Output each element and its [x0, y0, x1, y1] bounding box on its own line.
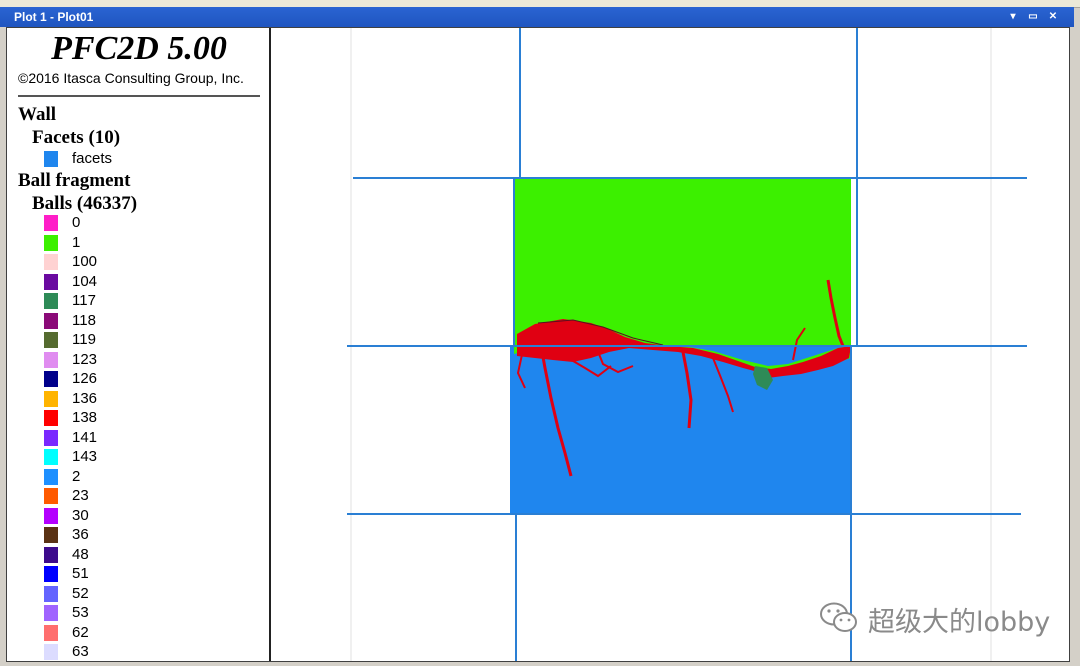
- legend-facets-header: Facets (10): [32, 127, 121, 148]
- group-swatch: [44, 332, 58, 348]
- group-swatch: [44, 527, 58, 543]
- window-menu-button[interactable]: ▾: [1006, 10, 1020, 24]
- legend-balls-header: Balls (46337): [32, 193, 138, 214]
- group-label: 48: [72, 545, 89, 563]
- wechat-icon: [820, 602, 857, 632]
- group-label: 0: [72, 214, 81, 231]
- group-swatch: [44, 234, 58, 251]
- model-view[interactable]: [273, 28, 1069, 661]
- group-swatch: [44, 449, 58, 465]
- group-swatch: [44, 624, 58, 641]
- window-title: Plot 1 - Plot01: [14, 10, 94, 24]
- group-swatch: [44, 546, 58, 563]
- group-label: 52: [72, 584, 89, 602]
- group-label: 143: [72, 448, 98, 465]
- group-swatch: [44, 644, 58, 660]
- group-label: 51: [72, 565, 89, 582]
- copyright-text: ©2016 Itasca Consulting Group, Inc.: [18, 70, 244, 86]
- watermark: 超级大的lobby: [818, 598, 1058, 638]
- group-label: 126: [72, 370, 98, 387]
- group-label: 1: [72, 233, 81, 251]
- plot-frame: PFC2D 5.00 ©2016 Itasca Consulting Group…: [6, 27, 1070, 662]
- group-swatch: [44, 585, 58, 602]
- group-swatch: [44, 215, 58, 231]
- legend-wall-header: Wall: [18, 104, 57, 125]
- group-swatch: [44, 371, 58, 387]
- group-swatch: [44, 605, 58, 621]
- group-label: 63: [72, 643, 89, 660]
- group-swatch: [44, 273, 58, 290]
- legend-panel: PFC2D 5.00 ©2016 Itasca Consulting Group…: [7, 28, 271, 661]
- group-label: 138: [72, 409, 98, 426]
- window-close-button[interactable]: ✕: [1046, 10, 1060, 24]
- group-label: 117: [72, 292, 96, 309]
- group-swatch: [44, 254, 58, 270]
- group-swatch: [44, 410, 58, 426]
- window-edge: [1072, 27, 1080, 666]
- group-label: 118: [72, 311, 96, 329]
- group-label: 2: [72, 467, 81, 485]
- window-restore-button[interactable]: ▭: [1026, 10, 1040, 24]
- product-title: PFC2D 5.00: [51, 30, 227, 67]
- group-swatch: [44, 566, 58, 582]
- group-swatch: [44, 488, 58, 504]
- group-swatch: [44, 507, 58, 524]
- group-swatch: [44, 351, 58, 368]
- group-label: 104: [72, 272, 98, 290]
- group-label: 36: [72, 526, 89, 543]
- group-label: 119: [72, 331, 96, 348]
- group-label: 30: [72, 506, 89, 524]
- group-swatch: [44, 293, 58, 309]
- facets-swatch: [44, 151, 58, 167]
- group-swatch: [44, 429, 58, 446]
- legend-item-label: facets: [72, 150, 113, 167]
- legend-ball-header: Ball fragment: [18, 170, 131, 191]
- group-swatch: [44, 390, 58, 407]
- group-label: 141: [72, 428, 98, 446]
- watermark-text: 超级大的lobby: [868, 607, 1051, 638]
- group-label: 53: [72, 604, 89, 621]
- legend-divider: [18, 95, 260, 97]
- group-label: 62: [72, 623, 89, 641]
- group-label: 23: [72, 487, 89, 504]
- group-label: 123: [72, 350, 98, 368]
- group-label: 100: [72, 253, 98, 270]
- plot-window-titlebar[interactable]: Plot 1 - Plot01 ▾ ▭ ✕: [0, 7, 1074, 27]
- group-swatch: [44, 312, 58, 329]
- group-label: 136: [72, 389, 98, 407]
- group-swatch: [44, 468, 58, 485]
